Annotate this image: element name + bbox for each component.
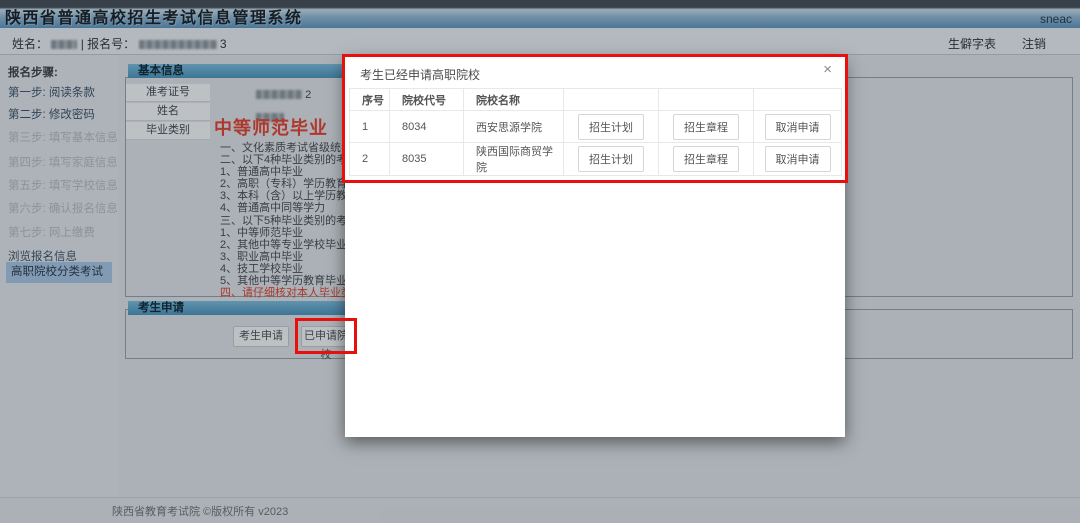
enrollment-charter-button[interactable]: 招生章程 bbox=[673, 146, 739, 172]
cell-name: 陕西国际商贸学院 bbox=[464, 143, 564, 176]
cell-name: 西安思源学院 bbox=[464, 111, 564, 143]
col-header-empty bbox=[754, 89, 842, 111]
applied-colleges-modal: 考生已经申请高职院校 × 序号 院校代号 院校名称 1 8034 西安思源学院 … bbox=[345, 57, 845, 437]
enrollment-plan-button[interactable]: 招生计划 bbox=[578, 146, 644, 172]
table-header-row: 序号 院校代号 院校名称 bbox=[350, 89, 842, 111]
enrollment-charter-button[interactable]: 招生章程 bbox=[673, 114, 739, 140]
applied-colleges-table: 序号 院校代号 院校名称 1 8034 西安思源学院 招生计划 招生章程 取消申… bbox=[349, 88, 842, 176]
close-icon[interactable]: × bbox=[823, 62, 832, 77]
col-header-empty bbox=[659, 89, 754, 111]
col-header-name: 院校名称 bbox=[464, 89, 564, 111]
screen: 陕西省普通高校招生考试信息管理系统 sneac 姓名： | 报名号： 3 生僻字… bbox=[0, 0, 1080, 523]
table-row: 1 8034 西安思源学院 招生计划 招生章程 取消申请 bbox=[350, 111, 842, 143]
cancel-application-button[interactable]: 取消申请 bbox=[765, 146, 831, 172]
col-header-empty bbox=[564, 89, 659, 111]
cell-no: 1 bbox=[350, 111, 390, 143]
modal-title: 考生已经申请高职院校 bbox=[360, 66, 480, 83]
enrollment-plan-button[interactable]: 招生计划 bbox=[578, 114, 644, 140]
col-header-code: 院校代号 bbox=[390, 89, 464, 111]
cell-code: 8034 bbox=[390, 111, 464, 143]
table-row: 2 8035 陕西国际商贸学院 招生计划 招生章程 取消申请 bbox=[350, 143, 842, 176]
col-header-no: 序号 bbox=[350, 89, 390, 111]
cell-no: 2 bbox=[350, 143, 390, 176]
cancel-application-button[interactable]: 取消申请 bbox=[765, 114, 831, 140]
cell-code: 8035 bbox=[390, 143, 464, 176]
